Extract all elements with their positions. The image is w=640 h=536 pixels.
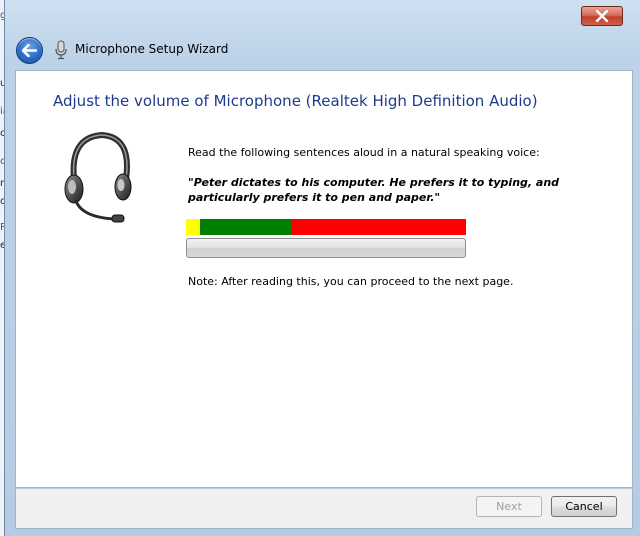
reading-sentence: "Peter dictates to his computer. He pref… <box>188 176 560 204</box>
window-title: Microphone Setup Wizard <box>75 42 229 56</box>
note-text: Note: After reading this, you can procee… <box>188 275 514 288</box>
volume-scale-segment-low <box>186 219 200 235</box>
volume-scale-segment-high <box>291 219 466 235</box>
microphone-icon <box>55 40 67 60</box>
page-heading: Adjust the volume of Microphone (Realtek… <box>53 92 538 110</box>
wizard-window: Microphone Setup Wizard Adjust the volum… <box>4 0 640 536</box>
headset-icon <box>64 131 132 223</box>
volume-scale-segment-ok <box>200 219 291 235</box>
cancel-button[interactable]: Cancel <box>551 496 617 517</box>
close-icon <box>595 10 609 22</box>
instruction-text: Read the following sentences aloud in a … <box>188 146 540 159</box>
next-button[interactable]: Next <box>476 496 542 517</box>
close-button[interactable] <box>581 6 623 26</box>
volume-level-scale <box>186 219 466 235</box>
footer-bar: Next Cancel <box>15 489 633 529</box>
back-button[interactable] <box>16 37 43 64</box>
back-arrow-icon <box>22 44 37 57</box>
volume-level-bar <box>186 238 466 258</box>
content-pane: Adjust the volume of Microphone (Realtek… <box>15 70 633 488</box>
